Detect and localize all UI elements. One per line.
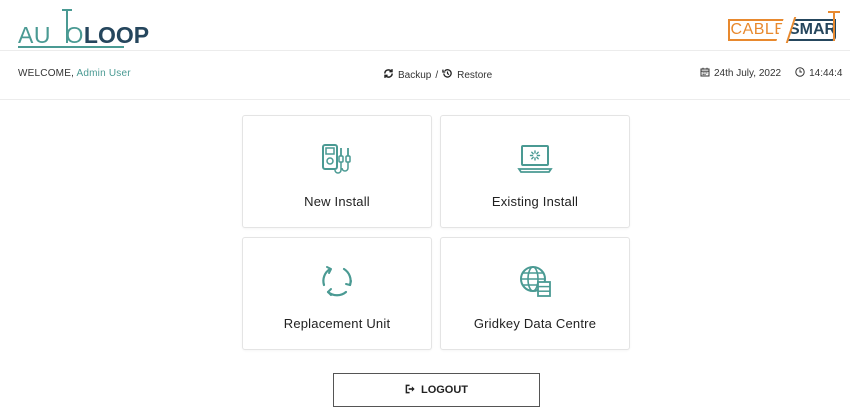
logo-underline [18, 46, 124, 48]
sync-icon [383, 68, 394, 82]
backup-link[interactable]: Backup [398, 70, 431, 81]
time-text: 14:44:4 [809, 68, 843, 79]
logo-t-stem [66, 10, 68, 43]
subheader-bar: WELCOME, Admin User Backup / Restore 24t… [0, 51, 850, 100]
date-time: 24th July, 2022 14:44:4 [700, 67, 842, 80]
welcome-user: Admin User [76, 68, 131, 79]
gridkey-data-centre-label: Gridkey Data Centre [473, 316, 597, 331]
logout-button[interactable]: LOGOUT [333, 373, 540, 407]
restore-link[interactable]: Restore [457, 70, 492, 81]
cycle-arrows-icon [318, 262, 356, 300]
globe-server-icon [516, 262, 554, 300]
multimeter-icon [318, 140, 356, 178]
autoloop-logo: AU T O LOOP [18, 9, 150, 48]
replacement-unit-label: Replacement Unit [283, 316, 391, 331]
welcome-prefix: WELCOME, [18, 68, 75, 79]
cablesmart-logo: CABLE SMAR [728, 11, 842, 45]
separator: / [435, 69, 439, 81]
existing-install-label: Existing Install [491, 194, 579, 209]
calendar-icon [700, 67, 710, 80]
date-text: 24th July, 2022 [714, 68, 782, 79]
gridkey-data-centre-tile[interactable]: Gridkey Data Centre [440, 237, 630, 350]
existing-install-tile[interactable]: Existing Install [440, 115, 630, 228]
logo-text-loop: LOOP [83, 22, 150, 48]
sign-out-icon [405, 384, 416, 397]
replacement-unit-tile[interactable]: Replacement Unit [242, 237, 432, 350]
header: AU T O LOOP CABLE SMAR [0, 0, 850, 51]
history-icon [442, 68, 453, 82]
laptop-loading-icon [516, 140, 554, 178]
welcome-message: WELCOME, Admin User [18, 68, 131, 79]
new-install-tile[interactable]: New Install [242, 115, 432, 228]
logo-text-au: AU [18, 22, 51, 48]
new-install-label: New Install [304, 194, 370, 209]
clock-icon [795, 67, 805, 80]
logo-text-o: O [65, 22, 84, 48]
logout-label: LOGOUT [420, 384, 469, 396]
logo-t-stem-right [833, 11, 835, 41]
backup-restore: Backup / Restore [383, 68, 492, 82]
